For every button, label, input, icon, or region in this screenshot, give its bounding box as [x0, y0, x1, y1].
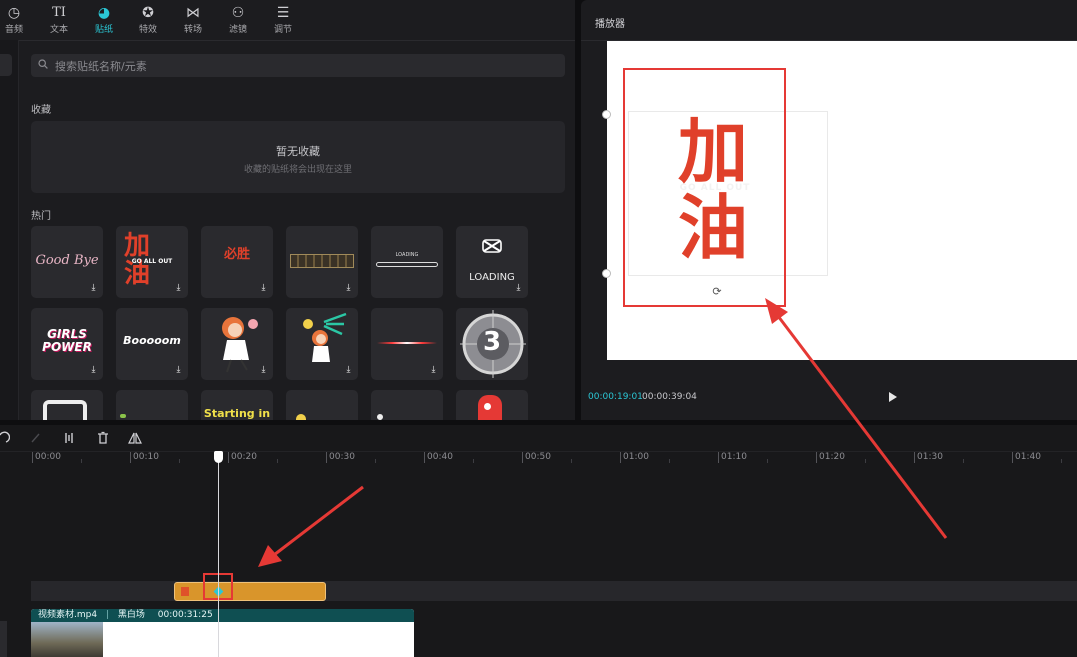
annotation-arrow-to-keyframe	[258, 485, 364, 567]
annotation-arrow-to-preview	[765, 298, 948, 539]
annotation-arrows	[258, 298, 948, 567]
